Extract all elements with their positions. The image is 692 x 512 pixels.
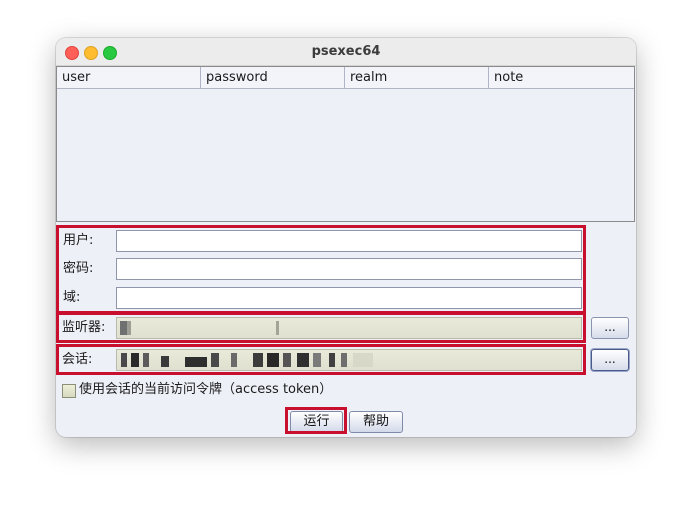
table-header: user password realm note	[57, 67, 634, 89]
password-input[interactable]	[116, 258, 582, 280]
redacted-block	[297, 353, 309, 367]
domain-label: 域:	[63, 290, 81, 305]
listener-field	[116, 317, 582, 339]
redacted-block	[341, 353, 347, 367]
credentials-table[interactable]: user password realm note	[56, 66, 635, 222]
help-button[interactable]: 帮助	[349, 411, 403, 433]
access-token-checkbox[interactable]	[62, 384, 76, 398]
domain-input[interactable]	[116, 287, 582, 309]
session-browse-button[interactable]: ...	[591, 349, 629, 371]
redacted-block	[211, 353, 219, 367]
redacted-block	[267, 353, 279, 367]
psexec-dialog: psexec64 user password realm note 用户: 密码…	[56, 38, 636, 437]
window-title: psexec64	[311, 44, 381, 59]
redacted-block	[329, 353, 335, 367]
redacted-block	[143, 353, 149, 367]
user-input[interactable]	[116, 230, 582, 252]
column-header-note[interactable]: note	[489, 67, 634, 88]
redacted-block	[253, 353, 263, 367]
password-label: 密码:	[63, 261, 94, 276]
user-label: 用户:	[63, 233, 94, 248]
redacted-block	[161, 356, 169, 367]
column-header-user[interactable]: user	[57, 67, 201, 88]
redacted-block	[127, 321, 131, 335]
column-header-password[interactable]: password	[201, 67, 345, 88]
redacted-block	[185, 357, 207, 367]
session-field	[116, 349, 582, 371]
listener-label: 监听器:	[62, 320, 106, 335]
title-bar: psexec64	[56, 38, 636, 66]
column-header-realm[interactable]: realm	[345, 67, 489, 88]
redacted-block	[353, 353, 373, 367]
redacted-block	[231, 353, 237, 367]
run-button[interactable]: 运行	[290, 411, 343, 433]
redacted-block	[283, 353, 291, 367]
listener-browse-button[interactable]: ...	[591, 317, 629, 339]
redacted-block	[313, 353, 321, 367]
session-label: 会话:	[62, 352, 93, 367]
redacted-block	[276, 321, 279, 335]
redacted-block	[121, 353, 127, 367]
access-token-label[interactable]: 使用会话的当前访问令牌（access token）	[79, 381, 332, 399]
redacted-block	[120, 321, 127, 335]
redacted-block	[131, 353, 139, 367]
